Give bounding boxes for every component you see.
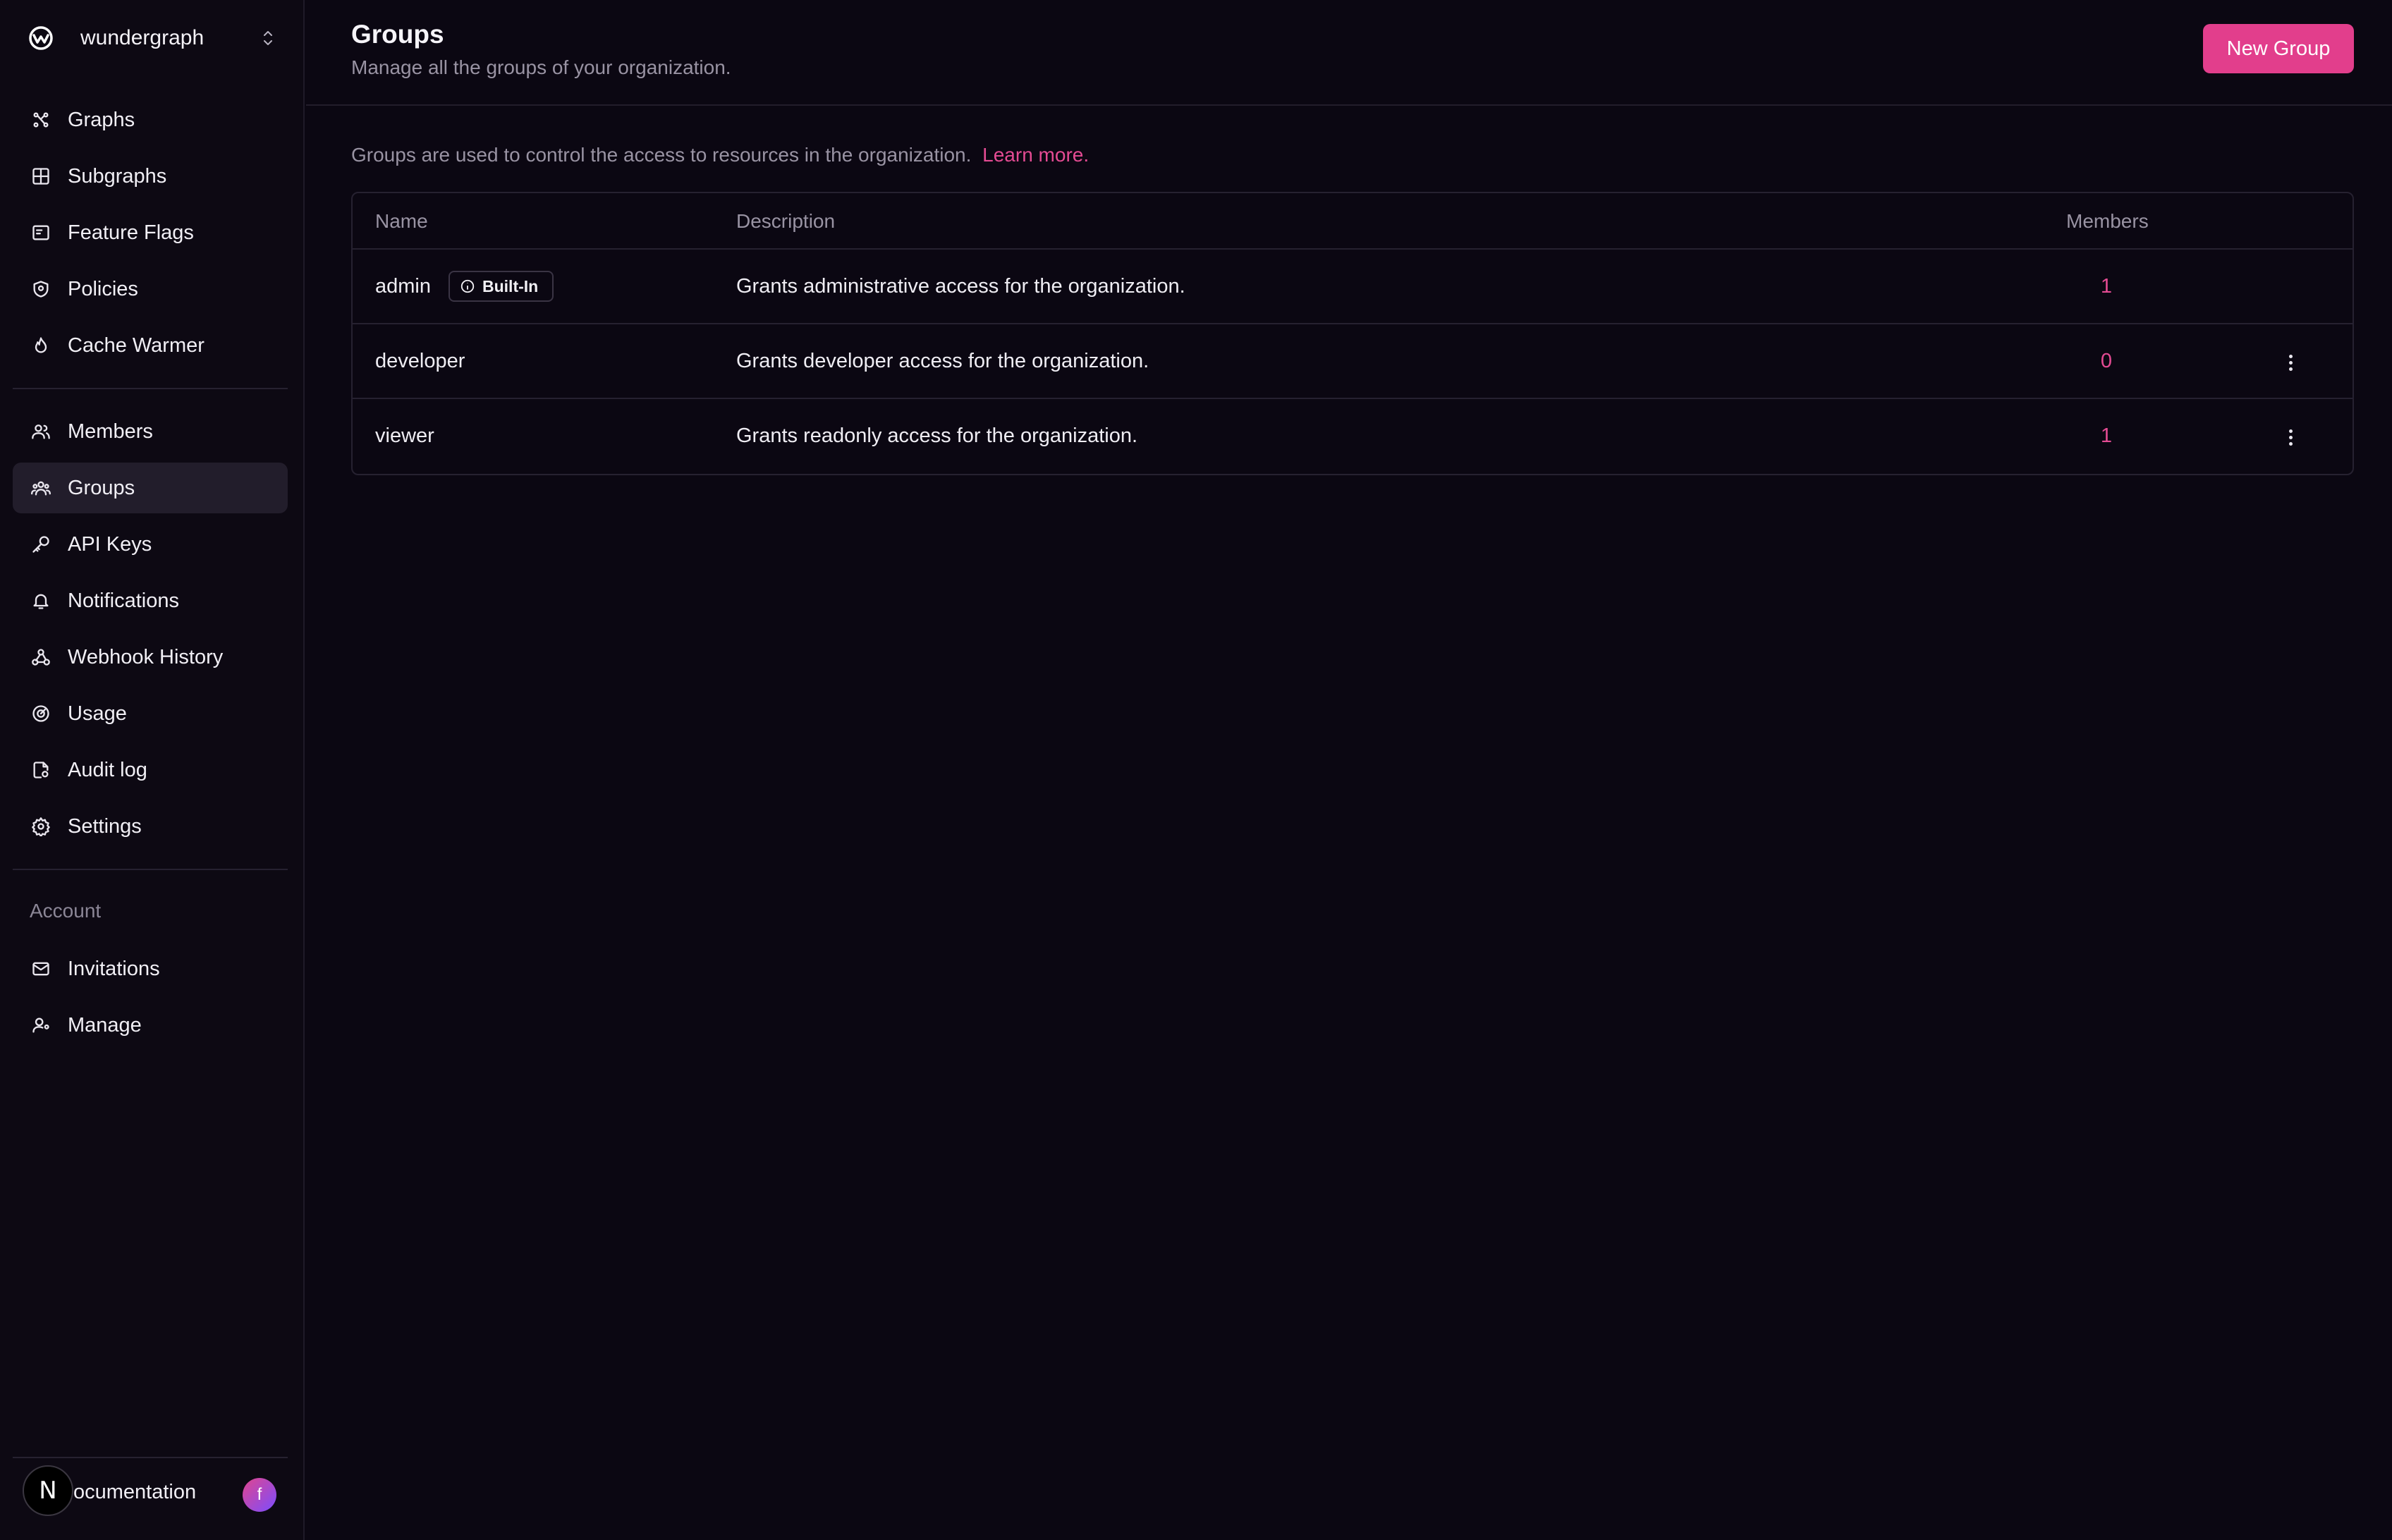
sidebar-item-usage[interactable]: Usage	[13, 688, 288, 739]
bell-icon	[30, 589, 52, 612]
more-vertical-icon[interactable]	[2276, 423, 2305, 451]
sidebar-item-label: Subgraphs	[68, 164, 167, 188]
sidebar-item-label: Feature Flags	[68, 221, 194, 244]
sidebar-account-nav: Invitations Manage	[13, 943, 288, 1056]
policies-icon	[30, 278, 52, 300]
sidebar-item-label: Manage	[68, 1013, 142, 1037]
user-manage-icon	[30, 1014, 52, 1037]
group-name: developer	[375, 350, 465, 372]
sidebar-item-webhook-history[interactable]: Webhook History	[13, 632, 288, 683]
groups-icon	[30, 477, 52, 499]
group-members-count[interactable]: 0	[2066, 350, 2147, 373]
sidebar-item-feature-flags[interactable]: Feature Flags	[13, 207, 288, 258]
sidebar-item-manage[interactable]: Manage	[13, 1000, 288, 1051]
main-content: Groups Manage all the groups of your org…	[306, 0, 2392, 1540]
table-header: Name Description Members	[353, 193, 2353, 250]
sidebar-item-label: Cache Warmer	[68, 334, 205, 357]
org-switcher[interactable]: wundergraph	[25, 17, 279, 59]
built-in-badge: Built-In	[448, 271, 554, 302]
usage-icon	[30, 702, 52, 725]
sidebar-item-policies[interactable]: Policies	[13, 264, 288, 314]
members-icon	[30, 420, 52, 443]
sidebar-item-label: Policies	[68, 277, 138, 300]
app-window: wundergraph Graphs Subgraphs Feature Fla…	[0, 0, 2392, 1540]
more-vertical-icon[interactable]	[2276, 348, 2305, 377]
sidebar-org-nav: Members Groups API Keys Notifications We…	[13, 406, 288, 857]
sidebar-divider	[13, 869, 288, 870]
group-name: admin	[375, 275, 431, 298]
group-members-count[interactable]: 1	[2066, 424, 2147, 448]
sidebar-item-api-keys[interactable]: API Keys	[13, 519, 288, 570]
sidebar-item-groups[interactable]: Groups	[13, 463, 288, 513]
sidebar-item-members[interactable]: Members	[13, 406, 288, 457]
column-header-members: Members	[2066, 210, 2149, 232]
sidebar-item-label: Usage	[68, 702, 127, 725]
page-header: Groups Manage all the groups of your org…	[306, 0, 2392, 106]
audit-log-icon	[30, 759, 52, 781]
group-description: Grants administrative access for the org…	[736, 275, 1185, 298]
sidebar-item-subgraphs[interactable]: Subgraphs	[13, 151, 288, 202]
page-title: Groups	[351, 20, 444, 49]
feature-flags-icon	[30, 221, 52, 244]
sidebar-item-graphs[interactable]: Graphs	[13, 94, 288, 145]
sidebar-item-label: Audit log	[68, 758, 147, 781]
table-row[interactable]: developer Grants developer access for th…	[353, 324, 2353, 399]
webhook-icon	[30, 646, 52, 668]
sidebar-item-cache-warmer[interactable]: Cache Warmer	[13, 320, 288, 371]
table-row[interactable]: admin Built-In Grants administrative acc…	[353, 250, 2353, 324]
info-description: Groups are used to control the access to…	[351, 144, 972, 166]
subgraphs-icon	[30, 165, 52, 188]
wundergraph-logo-icon	[25, 23, 56, 54]
group-name: viewer	[375, 424, 434, 447]
column-header-name: Name	[375, 210, 428, 232]
chevron-up-down-icon	[260, 28, 276, 48]
sidebar-item-audit-log[interactable]: Audit log	[13, 745, 288, 795]
sidebar-item-label: API Keys	[68, 532, 152, 556]
sidebar-item-label: Invitations	[68, 957, 160, 980]
sidebar-divider	[13, 388, 288, 389]
sidebar-item-label: Settings	[68, 814, 142, 838]
avatar[interactable]: f	[243, 1478, 276, 1512]
sidebar-item-label: Graphs	[68, 108, 135, 131]
sidebar-footer-divider	[13, 1457, 288, 1458]
org-name: wundergraph	[80, 26, 205, 49]
sidebar-item-label: Groups	[68, 476, 135, 499]
sidebar: wundergraph Graphs Subgraphs Feature Fla…	[0, 0, 305, 1540]
group-description: Grants developer access for the organiza…	[736, 350, 1149, 372]
new-group-button[interactable]: New Group	[2203, 24, 2354, 73]
nextjs-badge-icon[interactable]: N	[23, 1465, 73, 1516]
graphs-icon	[30, 109, 52, 131]
gear-icon	[30, 815, 52, 838]
sidebar-item-label: Notifications	[68, 589, 179, 612]
info-text: Groups are used to control the access to…	[351, 144, 1089, 166]
learn-more-link[interactable]: Learn more.	[982, 144, 1089, 166]
sidebar-main-nav: Graphs Subgraphs Feature Flags Policies …	[13, 94, 288, 377]
badge-label: Built-In	[482, 276, 539, 295]
sidebar-item-invitations[interactable]: Invitations	[13, 943, 288, 994]
column-header-description: Description	[736, 210, 836, 232]
page-subtitle: Manage all the groups of your organizati…	[351, 56, 731, 78]
flame-icon	[30, 334, 52, 357]
info-icon	[460, 279, 475, 293]
sidebar-item-notifications[interactable]: Notifications	[13, 575, 288, 626]
mail-icon	[30, 958, 52, 980]
key-icon	[30, 533, 52, 556]
sidebar-item-settings[interactable]: Settings	[13, 801, 288, 852]
documentation-link[interactable]: ocumentation	[73, 1481, 196, 1504]
sidebar-item-label: Webhook History	[68, 645, 224, 668]
groups-table: Name Description Members admin Built-In …	[351, 192, 2354, 475]
group-description: Grants readonly access for the organizat…	[736, 424, 1138, 447]
sidebar-item-label: Members	[68, 420, 153, 443]
table-row[interactable]: viewer Grants readonly access for the or…	[353, 399, 2353, 474]
account-section-heading: Account	[30, 900, 102, 922]
group-members-count[interactable]: 1	[2066, 275, 2147, 298]
